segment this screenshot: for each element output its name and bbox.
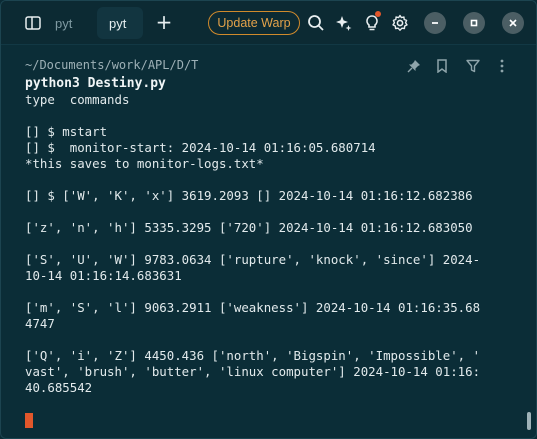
- output-line: type commands: [25, 92, 130, 107]
- tab-2-active[interactable]: pyt: [97, 7, 143, 39]
- command-title: python3 Destiny.py: [25, 76, 166, 91]
- title-bar: pyt pyt + Update Warp: [1, 1, 536, 45]
- output-line: [] $ monitor-start: 2024-10-14 01:16:05.…: [25, 140, 376, 155]
- split-panes-icon[interactable]: [21, 11, 45, 35]
- more-options-icon[interactable]: [493, 57, 511, 75]
- notification-dot: [375, 11, 381, 17]
- search-icon[interactable]: [304, 11, 328, 35]
- output-line: vast', 'brush', 'butter', 'linux compute…: [25, 364, 481, 379]
- sparkle-ai-icon[interactable]: [332, 11, 356, 35]
- pin-icon[interactable]: [405, 57, 423, 75]
- maximize-icon[interactable]: [463, 12, 485, 34]
- filter-icon[interactable]: [464, 57, 482, 75]
- tab-label: pyt: [109, 15, 127, 31]
- new-tab-icon[interactable]: +: [153, 11, 175, 33]
- minimize-icon[interactable]: [424, 12, 446, 34]
- terminal-output: type commands [] $ mstart[] $ monitor-sta…: [25, 92, 520, 412]
- input-cursor[interactable]: [25, 413, 33, 428]
- output-line: [] $ ['W', 'K', 'x'] 3619.2093 [] 2024-1…: [25, 188, 473, 203]
- output-line: [] $ mstart: [25, 124, 108, 139]
- bookmark-icon[interactable]: [433, 57, 451, 75]
- output-line: ['z', 'n', 'h'] 5335.3295 ['720'] 2024-1…: [25, 220, 473, 235]
- tab-label: pyt: [55, 15, 73, 31]
- output-line: ['S', 'U', 'W'] 9783.0634 ['rupture', 'k…: [25, 252, 481, 267]
- lightbulb-icon[interactable]: [360, 11, 384, 35]
- update-warp-button[interactable]: Update Warp: [208, 11, 300, 35]
- close-icon[interactable]: [502, 12, 524, 34]
- working-directory: ~/Documents/work/APL/D/T: [25, 58, 199, 72]
- scrollbar[interactable]: [527, 412, 531, 430]
- output-line: *this saves to monitor-logs.txt*: [25, 156, 264, 171]
- output-line: ['Q', 'i', 'Z'] 4450.436 ['north', 'Bigs…: [25, 348, 481, 363]
- terminal-window: pyt pyt + Update Warp ~/Documents/work/A…: [0, 0, 537, 439]
- output-line: 40.685542: [25, 380, 93, 395]
- output-line: ['m', 'S', 'l'] 9063.2911 ['weakness'] 2…: [25, 300, 481, 315]
- output-line: 10-14 01:16:14.683631: [25, 268, 182, 283]
- tab-1[interactable]: pyt: [49, 7, 91, 39]
- gear-icon[interactable]: [388, 11, 412, 35]
- output-line: 4747: [25, 316, 55, 331]
